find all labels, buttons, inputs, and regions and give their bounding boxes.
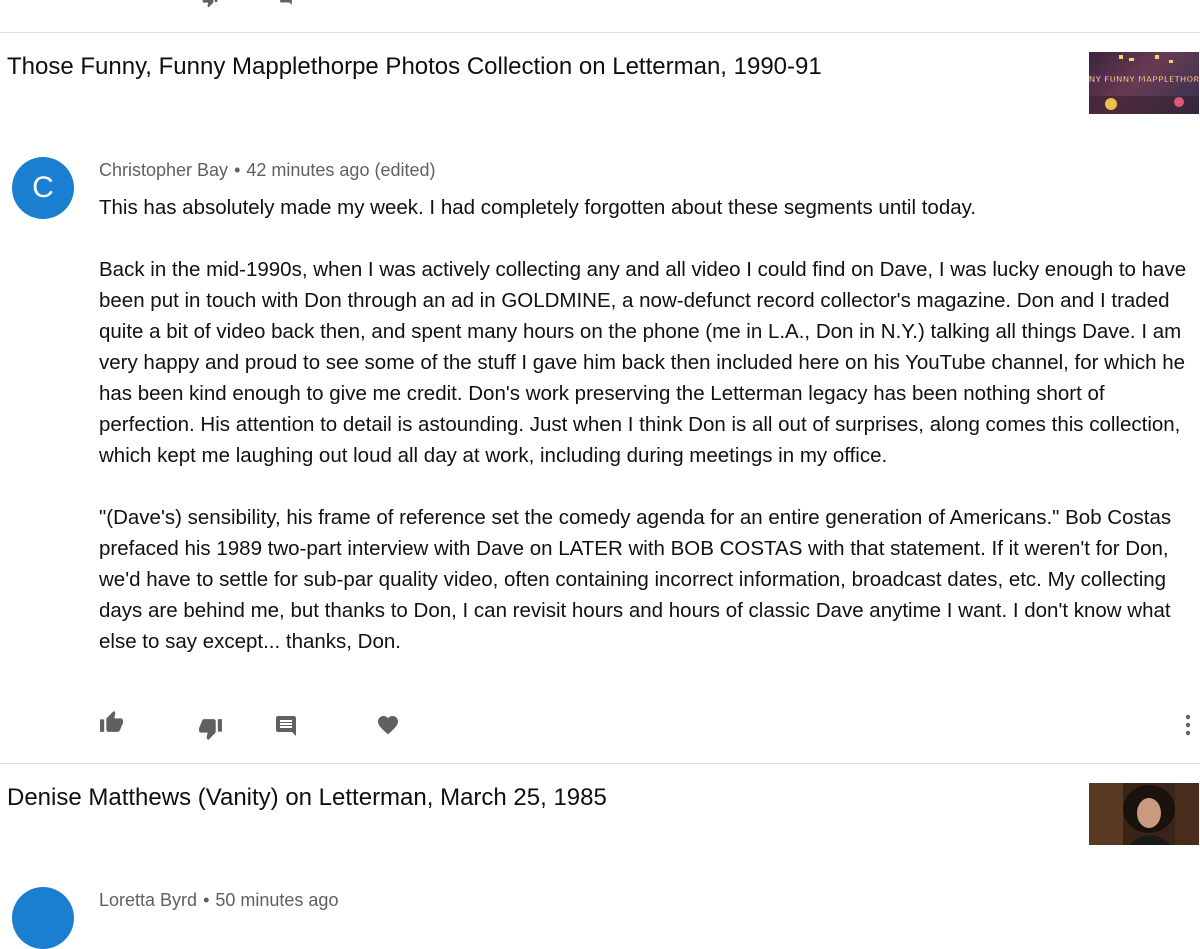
video-thumbnail[interactable]: [1089, 783, 1199, 845]
more-menu-icon[interactable]: [1184, 714, 1192, 736]
video-title[interactable]: Denise Matthews (Vanity) on Letterman, M…: [7, 784, 607, 812]
avatar[interactable]: C: [12, 157, 74, 219]
reply-icon-top[interactable]: [274, 0, 298, 6]
dislike-icon-top[interactable]: [198, 0, 222, 8]
avatar[interactable]: [12, 887, 74, 949]
meta-separator: •: [234, 160, 241, 180]
chevron-down-icon-top[interactable]: [380, 0, 398, 4]
comment-paragraph: Back in the mid-1990s, when I was active…: [99, 258, 1187, 467]
comment-paragraph: "(Dave's) sensibility, his frame of refe…: [99, 506, 1172, 653]
reply-icon[interactable]: [274, 714, 298, 738]
video-thumbnail[interactable]: THOSE FUNNY FUNNY MAPPLETHORPE PHOTOS: [1089, 52, 1199, 114]
meta-separator: •: [203, 890, 210, 910]
thumbnail-text: THOSE FUNNY FUNNY MAPPLETHORPE PHOTOS: [1089, 75, 1199, 84]
comment-meta: Loretta Byrd • 50 minutes ago: [99, 890, 338, 911]
video-title[interactable]: Those Funny, Funny Mapplethorpe Photos C…: [7, 53, 822, 81]
comment-text: This has absolutely made my week. I had …: [99, 192, 1194, 688]
heart-icon[interactable]: [376, 713, 400, 737]
author-name[interactable]: Loretta Byrd: [99, 890, 197, 910]
comment-meta: Christopher Bay • 42 minutes ago (edited): [99, 160, 436, 181]
author-name[interactable]: Christopher Bay: [99, 160, 228, 180]
comment-time: 50 minutes ago: [215, 890, 339, 910]
comment-time: 42 minutes ago (edited): [246, 160, 436, 180]
dislike-icon[interactable]: [198, 716, 223, 741]
divider: [0, 32, 1200, 33]
like-icon[interactable]: [99, 710, 124, 735]
comment-paragraph: This has absolutely made my week. I had …: [99, 196, 977, 219]
divider: [0, 763, 1200, 764]
